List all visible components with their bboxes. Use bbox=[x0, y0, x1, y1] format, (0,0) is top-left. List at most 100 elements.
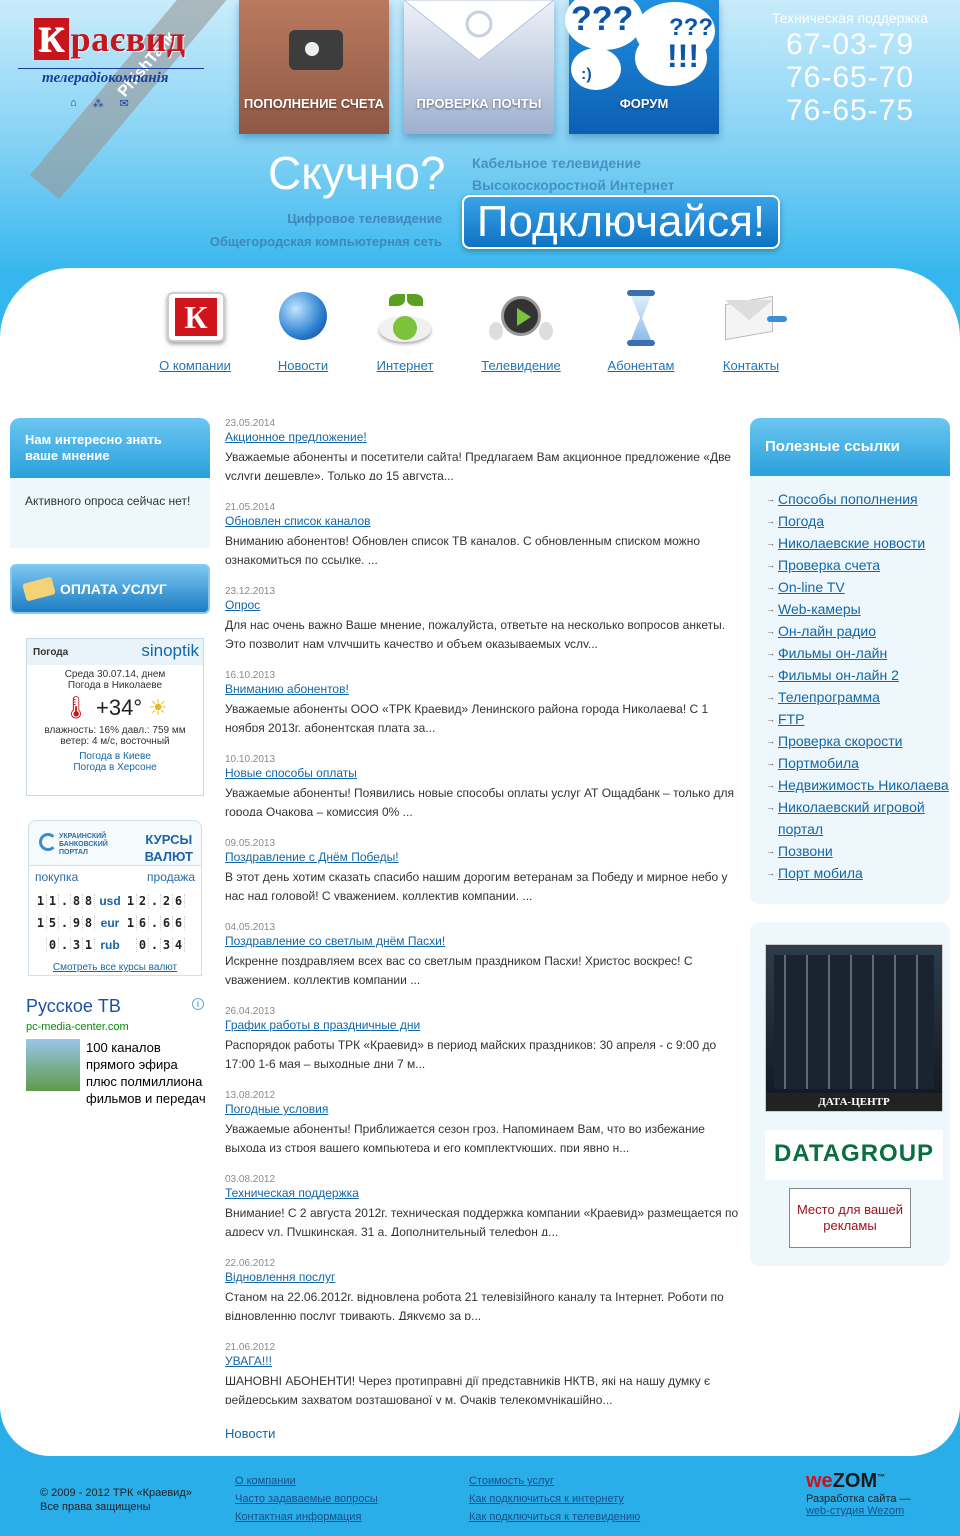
footer-link-connect-internet[interactable]: Как подключиться к интернету bbox=[469, 1490, 640, 1508]
tile-account-topup[interactable]: ПОПОЛНЕНИЕ СЧЕТА bbox=[239, 0, 389, 134]
currency-sell-value: 16.66 bbox=[125, 916, 185, 930]
news-excerpt: Станом на 22.06.2012г. відновлена робота… bbox=[225, 1290, 724, 1320]
wezom-link[interactable]: web-студия Wezom bbox=[806, 1505, 904, 1517]
news-date: 21.05.2014 bbox=[225, 502, 276, 513]
main-content: К О компании Новости Интернет Телевидени… bbox=[0, 268, 960, 1456]
nav-item-internet[interactable]: Интернет bbox=[350, 274, 460, 373]
news-title-link[interactable]: УВАГА!!! bbox=[225, 1354, 740, 1368]
useful-link[interactable]: Фильмы он-лайн 2 bbox=[778, 667, 899, 683]
banknote-icon bbox=[22, 576, 56, 602]
ad-space-placeholder[interactable]: Место для вашей рекламы bbox=[789, 1188, 911, 1248]
connect-button[interactable]: Подключайся! bbox=[462, 195, 780, 249]
news-title-link[interactable]: Техническая поддержка bbox=[225, 1186, 740, 1200]
ad-russian-tv[interactable]: i Русское ТВ pc-media-center.com 100 кан… bbox=[26, 996, 208, 1107]
useful-links-box: Полезные ссылки Способы пополнения Погода… bbox=[750, 418, 950, 904]
news-date: 21.06.2012 bbox=[225, 1342, 276, 1353]
footer-link-about[interactable]: О компании bbox=[235, 1472, 378, 1490]
useful-link[interactable]: Проверка скорости bbox=[778, 733, 902, 749]
payment-services-button[interactable]: ОПЛАТА УСЛУГ bbox=[10, 564, 210, 614]
news-title-link[interactable]: Вниманию абонентов! bbox=[225, 682, 740, 696]
footer-link-contacts[interactable]: Контактная информация bbox=[235, 1508, 378, 1526]
right-sidebar: Полезные ссылки Способы пополнения Погода… bbox=[750, 418, 950, 1266]
wezom-logo-we: we bbox=[806, 1470, 833, 1492]
promo-service: Кабельное телевидение bbox=[472, 155, 641, 171]
news-title-link[interactable]: Обновлен список каналов bbox=[225, 514, 740, 528]
nav-item-tv[interactable]: Телевидение bbox=[466, 274, 576, 373]
sinoptik-logo[interactable]: sinoptik bbox=[141, 641, 199, 661]
main-nav: К О компании Новости Интернет Телевидени… bbox=[0, 274, 960, 384]
useful-link[interactable]: Фильмы он-лайн bbox=[778, 645, 887, 661]
tile-pay-label: ПОПОЛНЕНИЕ СЧЕТА bbox=[243, 96, 385, 111]
useful-link[interactable]: Способы пополнения bbox=[778, 491, 918, 507]
news-title-link[interactable]: Погодные условия bbox=[225, 1102, 740, 1116]
tile-mail-check[interactable]: ПРОВЕРКА ПОЧТЫ bbox=[404, 0, 554, 134]
weather-date: Среда 30.07.14, днем bbox=[64, 669, 166, 680]
sitemap-icon[interactable]: ⁂ bbox=[93, 97, 104, 110]
news-title-link[interactable]: График работы в праздничные дни bbox=[225, 1018, 740, 1032]
useful-link[interactable]: Николаевский игровой портал bbox=[778, 799, 925, 837]
datagroup-banner[interactable]: DATAGROUP bbox=[765, 1130, 943, 1180]
envelope-icon bbox=[719, 286, 787, 350]
news-title-link[interactable]: Новые способы оплаты bbox=[225, 766, 740, 780]
all-news-link[interactable]: Новости bbox=[225, 1426, 275, 1441]
useful-link[interactable]: Проверка счета bbox=[778, 557, 880, 573]
useful-link[interactable]: On-line TV bbox=[778, 579, 845, 595]
useful-link[interactable]: FTP bbox=[778, 711, 804, 727]
currency-sell-value: 12.26 bbox=[125, 894, 185, 908]
news-item: 16.10.2013 Вниманию абонентов! Уважаемые а… bbox=[225, 670, 740, 732]
logo-letter: К bbox=[34, 18, 69, 60]
nav-item-subscribers[interactable]: Абонентам bbox=[586, 274, 696, 373]
useful-link-item: Проверка счета bbox=[766, 554, 950, 576]
currency-header[interactable]: УКРАИНСКИЙ БАНКОВСКИЙ ПОРТАЛ КУРСЫ ВАЛЮТ bbox=[28, 820, 202, 866]
currency-buy-value: 11.88 bbox=[35, 894, 95, 908]
footer-link-prices[interactable]: Стоимость услуг bbox=[469, 1472, 640, 1490]
footer-link-faq[interactable]: Часто задаваемые вопросы bbox=[235, 1490, 378, 1508]
mail-icon[interactable]: ✉ bbox=[120, 97, 129, 110]
useful-link-item: Недвижимость Николаева bbox=[766, 774, 950, 796]
news-title-link[interactable]: Поздравление с Днём Победы! bbox=[225, 850, 740, 864]
news-title-link[interactable]: Поздравление со светлым днём Пасхи! bbox=[225, 934, 740, 948]
ad-info-icon[interactable]: i bbox=[192, 998, 204, 1010]
tile-forum[interactable]: ??? ??? !!! :) ФОРУМ bbox=[565, 0, 719, 134]
useful-link[interactable]: Порт мобила bbox=[778, 865, 863, 881]
nav-item-about[interactable]: К О компании bbox=[140, 274, 250, 373]
news-excerpt: Искренне поздравляем всех вас со светлым… bbox=[225, 954, 693, 984]
copyright: © 2009 - 2012 ТРК «Краевид» Все права за… bbox=[40, 1486, 192, 1514]
news-excerpt: Уважаемые абоненты! Приближается сезон г… bbox=[225, 1122, 705, 1152]
nav-item-news[interactable]: Новости bbox=[248, 274, 358, 373]
news-excerpt: Вниманию абонентов! Обновлен список ТВ к… bbox=[225, 534, 701, 564]
site-logo[interactable]: Краєвид телерадіокомпанія bbox=[18, 18, 204, 96]
footer-link-connect-tv[interactable]: Как подключиться к телевидению bbox=[469, 1508, 640, 1526]
news-excerpt: Уважаемые абоненты! Появились новые спос… bbox=[225, 786, 734, 816]
wallet-icon bbox=[289, 30, 343, 70]
ad-url[interactable]: pc-media-center.com bbox=[26, 1021, 208, 1033]
useful-link[interactable]: Он-лайн радио bbox=[778, 623, 876, 639]
nav-item-contacts[interactable]: Контакты bbox=[696, 274, 806, 373]
useful-link[interactable]: Web-камеры bbox=[778, 601, 861, 617]
weather-link-kherson[interactable]: Погода в Херсоне bbox=[73, 762, 156, 773]
news-item: 04.05.2013 Поздравление со светлым днём П… bbox=[225, 922, 740, 984]
useful-link[interactable]: Телепрограмма bbox=[778, 689, 880, 705]
useful-link[interactable]: Погода bbox=[778, 513, 824, 529]
support-phone: 76-65-70 bbox=[785, 61, 915, 94]
news-title-link[interactable]: Акционное предложение! bbox=[225, 430, 740, 444]
useful-link-item: Портмобила bbox=[766, 752, 950, 774]
weather-link-kyiv[interactable]: Погода в Киеве bbox=[79, 751, 151, 762]
useful-link[interactable]: Портмобила bbox=[778, 755, 859, 771]
ad-image[interactable] bbox=[26, 1039, 80, 1091]
bank-portal-name: УКРАИНСКИЙ БАНКОВСКИЙ ПОРТАЛ bbox=[59, 833, 108, 856]
ad-title[interactable]: Русское ТВ bbox=[26, 996, 208, 1017]
home-icon[interactable]: ⌂ bbox=[70, 97, 77, 110]
news-item: 23.05.2014 Акционное предложение! Уважаемы… bbox=[225, 418, 740, 480]
news-title-link[interactable]: Опрос bbox=[225, 598, 740, 612]
useful-link[interactable]: Позвони bbox=[778, 843, 833, 859]
datacenter-banner[interactable]: ДАТА-ЦЕНТР bbox=[765, 944, 943, 1112]
news-title-link[interactable]: Відновлення послуг bbox=[225, 1270, 740, 1284]
useful-link[interactable]: Николаевские новости bbox=[778, 535, 925, 551]
wezom-logo[interactable]: weZOM™ bbox=[806, 1470, 946, 1493]
useful-link[interactable]: Недвижимость Николаева bbox=[778, 777, 949, 793]
forum-exclamation-marks: !!! bbox=[667, 38, 699, 74]
news-item: 13.08.2012 Погодные условия Уважаемые абон… bbox=[225, 1090, 740, 1152]
copyright-line: © 2009 - 2012 ТРК «Краевид» bbox=[40, 1487, 192, 1499]
all-rates-link[interactable]: Смотреть все курсы валют bbox=[35, 956, 195, 975]
